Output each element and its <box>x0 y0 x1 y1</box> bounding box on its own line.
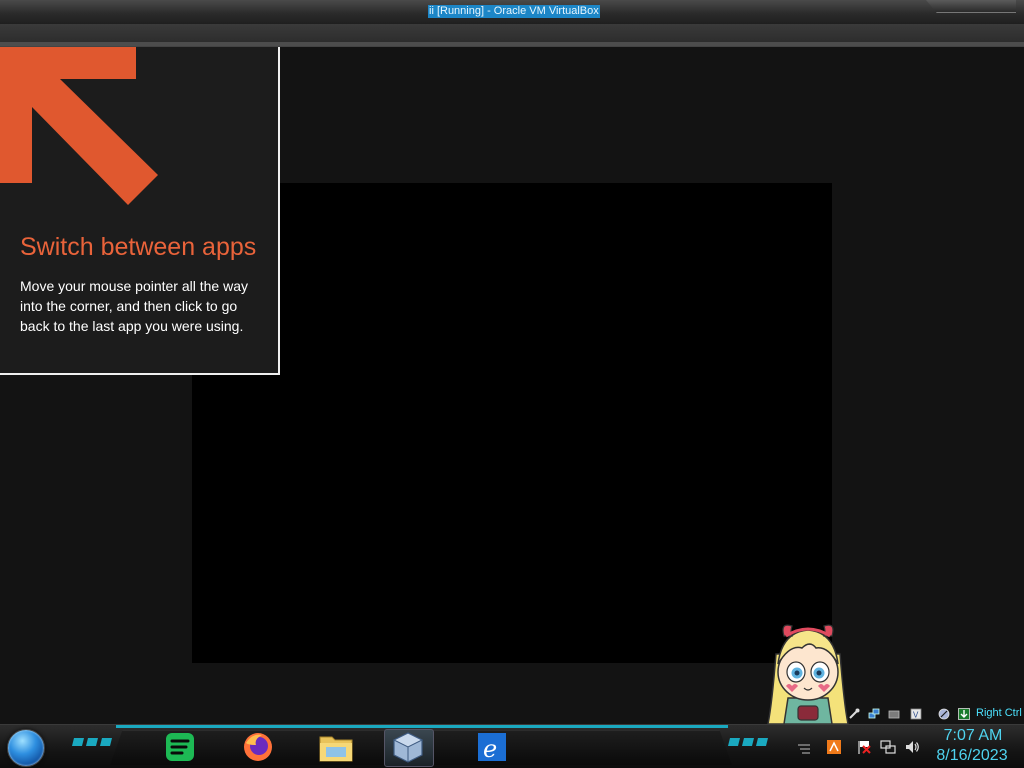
right-chevrons-decoration <box>728 738 768 746</box>
clock-time[interactable]: 7:07 AM <box>938 727 1008 745</box>
corner-arrow-icon <box>0 47 158 205</box>
host-key-label: Right Ctrl <box>976 707 1022 719</box>
guest-display-area[interactable]: Switch between apps Move your mouse poin… <box>0 47 1024 724</box>
desktop: ii [Running] - Oracle VM VirtualBox Swit… <box>0 0 1024 768</box>
taskbar-spotify[interactable] <box>160 729 200 765</box>
taskbar-accent-glow <box>116 725 728 728</box>
guest-screen[interactable] <box>192 183 832 663</box>
action-center-icon[interactable] <box>826 739 842 755</box>
shared-folders-icon[interactable] <box>888 708 900 720</box>
show-hidden-icon[interactable] <box>796 739 812 755</box>
virtualbox-icon <box>392 732 424 763</box>
capture-arrow-icon[interactable] <box>958 708 970 720</box>
ie-icon: e <box>478 733 506 763</box>
display-icon[interactable]: V <box>910 708 922 720</box>
mouse-integration-icon[interactable] <box>938 708 950 720</box>
left-chevrons-decoration <box>72 738 112 746</box>
taskbar-firefox[interactable] <box>238 729 278 765</box>
window-controls[interactable] <box>926 0 1016 13</box>
start-button[interactable] <box>7 729 45 767</box>
network-icon[interactable] <box>868 708 880 720</box>
spotify-icon <box>166 733 194 761</box>
usb-icon[interactable] <box>848 708 860 720</box>
svg-text:V: V <box>913 711 919 720</box>
volume-icon[interactable] <box>904 739 920 755</box>
svg-text:e: e <box>483 735 497 763</box>
clock-date[interactable]: 8/16/2023 <box>932 747 1012 765</box>
switch-apps-tip: Switch between apps Move your mouse poin… <box>0 47 280 375</box>
taskbar-internet-explorer[interactable]: e <box>472 729 512 765</box>
flag-icon[interactable] <box>856 739 872 755</box>
tip-body: Move your mouse pointer all the way into… <box>20 278 248 334</box>
taskbar-virtualbox[interactable] <box>384 729 434 767</box>
tip-title: Switch between apps <box>20 233 257 261</box>
virtualbox-statusbar: V Right Ctrl <box>840 704 1024 724</box>
menubar-stripe <box>0 42 1024 46</box>
virtualbox-menubar <box>0 24 1024 47</box>
taskbar-file-explorer[interactable] <box>316 729 356 765</box>
window-title: ii [Running] - Oracle VM VirtualBox <box>428 5 600 18</box>
firefox-icon <box>244 733 272 761</box>
virtualbox-titlebar[interactable]: ii [Running] - Oracle VM VirtualBox <box>0 0 1024 25</box>
folder-icon <box>319 736 353 762</box>
network-icon[interactable] <box>880 739 896 755</box>
